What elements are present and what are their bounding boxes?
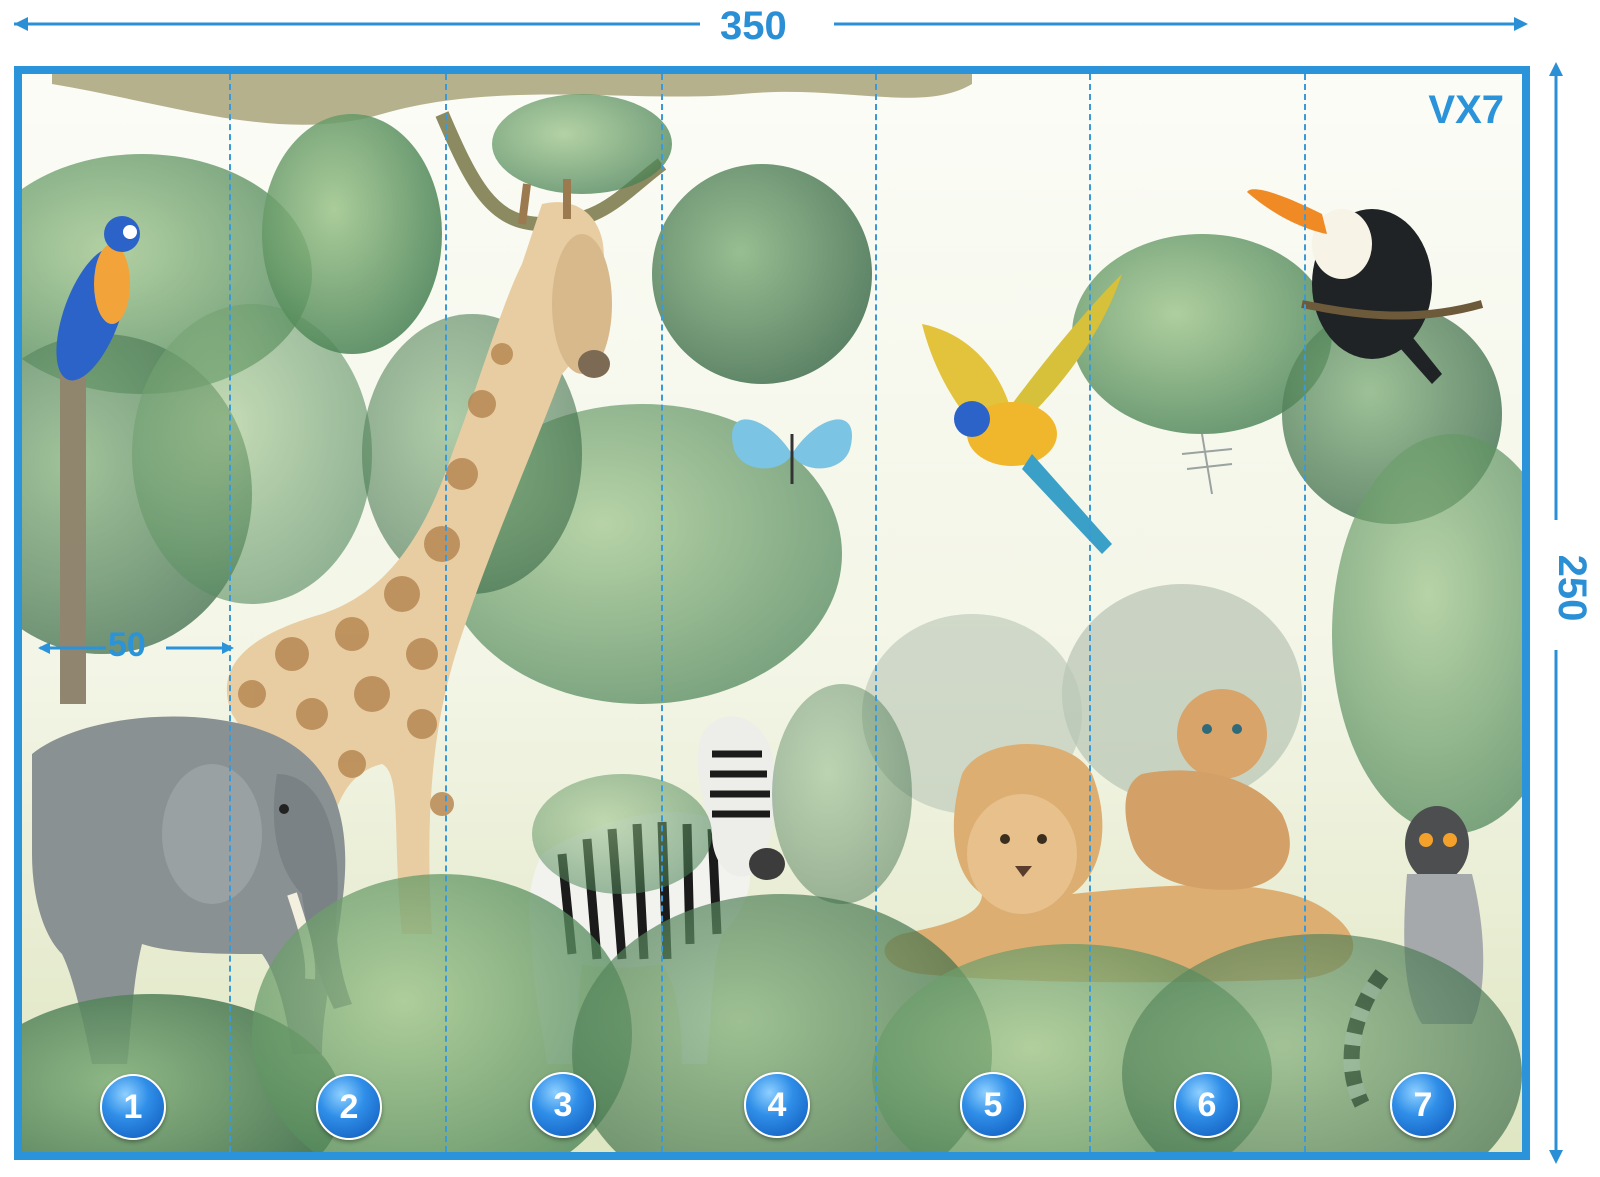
panel-number-badge: 5 <box>960 1072 1026 1138</box>
panel-divider <box>445 74 447 1152</box>
panel-number-badge: 1 <box>100 1074 166 1140</box>
panel-number-badge: 7 <box>1390 1072 1456 1138</box>
mural-frame: VX7 50 1 2 3 4 5 6 7 <box>14 66 1530 1160</box>
panel-width-indicator: 50 <box>36 626 236 666</box>
panel-divider <box>875 74 877 1152</box>
panel-width-label: 50 <box>108 626 146 664</box>
panel-divider <box>1089 74 1091 1152</box>
width-dimension-line <box>14 17 1528 31</box>
width-label: 350 <box>720 4 787 48</box>
panel-number-badge: 4 <box>744 1072 810 1138</box>
product-code-label: VX7 <box>1428 88 1504 132</box>
jungle-scene <box>22 74 1522 1152</box>
panel-number-badge: 2 <box>316 1074 382 1140</box>
panel-divider <box>1304 74 1306 1152</box>
panel-number-badge: 3 <box>530 1072 596 1138</box>
panel-divider <box>661 74 663 1152</box>
panel-number-badge: 6 <box>1174 1072 1240 1138</box>
panel-divider <box>229 74 231 1152</box>
height-label: 250 <box>1550 554 1594 622</box>
